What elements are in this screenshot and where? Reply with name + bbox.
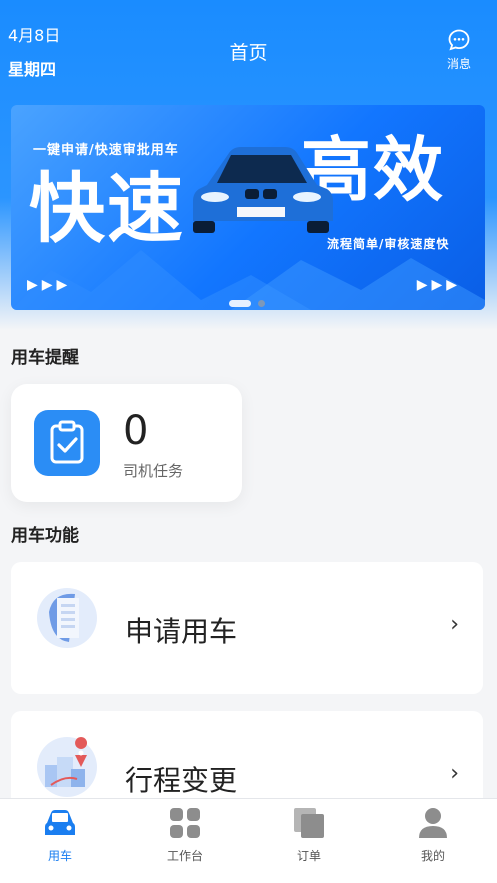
chevron-right-icon: › <box>450 612 459 637</box>
banner-arrows-left: ▶▶▶ <box>27 277 72 293</box>
tab-car[interactable]: 用车 <box>15 807 105 864</box>
apply-car-label: 申请用车 <box>125 615 238 648</box>
section-title-functions: 用车功能 <box>11 526 79 546</box>
messages-label: 消息 <box>446 57 471 71</box>
tab-orders-label: 订单 <box>296 849 321 863</box>
orders-icon <box>294 808 324 838</box>
page-title: 首页 <box>229 42 268 64</box>
tab-workbench[interactable]: 工作台 <box>140 807 230 864</box>
chat-bubble-icon <box>448 29 470 51</box>
driver-task-card[interactable]: 0 司机任务 <box>11 384 242 502</box>
driver-task-label: 司机任务 <box>123 462 184 480</box>
car-image <box>193 147 333 233</box>
tab-car-label: 用车 <box>47 849 72 863</box>
carousel-dot-active[interactable] <box>229 300 251 307</box>
tab-mine-label: 我的 <box>420 849 445 863</box>
banner-subtitle-bottom: 流程简单/审核速度快 <box>327 237 450 251</box>
apply-car-card[interactable]: 申请用车 › <box>11 562 483 694</box>
promo-banner[interactable]: 一键申请/快速审批用车 快速 高效 流程简单/审核速度快 ▶▶▶ ▶▶▶ <box>11 105 485 310</box>
clipboard-check-icon <box>34 410 100 476</box>
driver-task-count: 0 <box>123 408 149 454</box>
banner-arrows-right: ▶▶▶ <box>416 277 461 293</box>
banner-headline-left: 快速 <box>29 164 185 253</box>
grid-icon <box>170 808 200 838</box>
tab-orders[interactable]: 订单 <box>264 807 354 864</box>
trip-change-label: 行程变更 <box>125 764 238 797</box>
route-map-icon <box>37 737 97 797</box>
user-icon <box>419 808 447 838</box>
document-building-icon <box>37 588 97 648</box>
bottom-tab-bar: 用车 工作台 订单 我的 <box>0 798 497 883</box>
messages-button[interactable]: 消息 <box>441 28 477 72</box>
banner-subtitle-top: 一键申请/快速审批用车 <box>33 143 179 158</box>
car-icon <box>45 810 75 835</box>
carousel-dot[interactable] <box>258 300 265 307</box>
carousel-indicator[interactable] <box>229 293 265 310</box>
section-title-reminder: 用车提醒 <box>11 348 79 368</box>
chevron-right-icon: › <box>450 761 459 786</box>
tab-workbench-label: 工作台 <box>166 849 203 863</box>
tab-mine[interactable]: 我的 <box>388 807 478 864</box>
